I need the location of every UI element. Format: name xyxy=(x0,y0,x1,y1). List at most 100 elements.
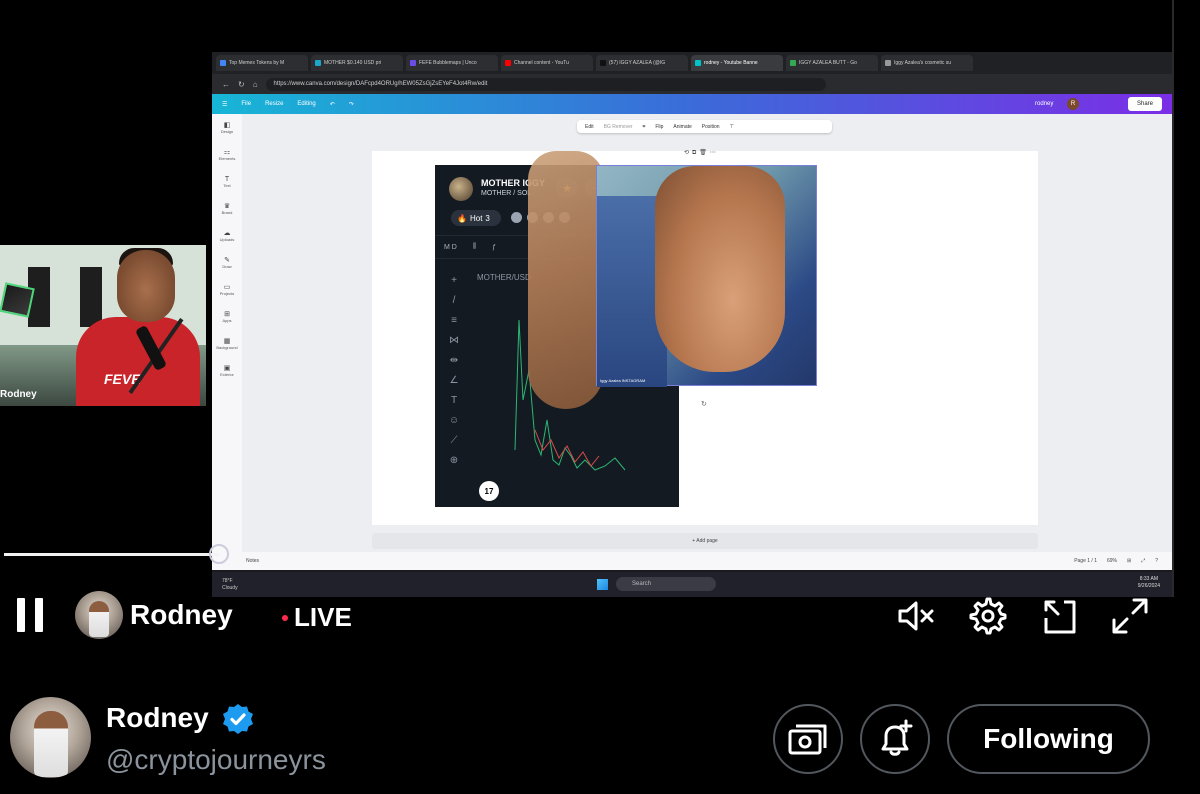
trendline-icon[interactable]: / xyxy=(453,295,456,306)
emoji-icon[interactable]: ☺ xyxy=(449,415,459,426)
timeframe-select[interactable]: M D xyxy=(444,244,457,251)
browser-tab[interactable]: IGGY AZALEA BUTT - Go xyxy=(786,55,878,71)
telegram-icon[interactable] xyxy=(511,212,522,223)
share-button[interactable]: Share xyxy=(1128,97,1162,111)
profile-name[interactable]: Rodney xyxy=(106,702,209,734)
streamer-avatar[interactable] xyxy=(75,591,123,639)
notes-button[interactable]: Notes xyxy=(246,558,259,564)
help-icon[interactable]: ? xyxy=(1155,558,1158,564)
streamer-face xyxy=(117,250,175,322)
weather-widget[interactable]: 78°F Cloudy xyxy=(222,578,238,592)
background-icon: ▦ xyxy=(223,338,231,345)
picture-in-picture-icon[interactable] xyxy=(1040,596,1080,636)
ruler-range-icon[interactable]: ⇹ xyxy=(450,355,458,366)
refresh-icon[interactable]: ↻ xyxy=(238,80,245,89)
edit-button[interactable]: Edit xyxy=(585,124,594,130)
verified-badge-icon xyxy=(223,704,253,734)
element-quick-tools[interactable]: ⟲⧉🗑⋯ xyxy=(684,149,719,157)
pause-icon[interactable] xyxy=(17,598,45,632)
measure-icon[interactable]: ⟋ xyxy=(451,435,458,446)
editing-menu[interactable]: Editing xyxy=(297,101,315,107)
sidebar-item-background[interactable]: ▦ Background xyxy=(212,330,242,357)
subscribe-money-button[interactable] xyxy=(773,704,843,774)
browser-tab[interactable]: Iggy Azalea's cosmetic su xyxy=(881,55,973,71)
brush-icon[interactable]: ∠ xyxy=(450,375,459,386)
sidebar-item-uploads[interactable]: ☁ Uploads xyxy=(212,222,242,249)
add-page-button[interactable]: + Add page xyxy=(372,533,1038,549)
exterior-icon: ▣ xyxy=(223,365,231,372)
user-avatar[interactable]: R xyxy=(1067,98,1079,110)
profile-handle[interactable]: @cryptojourneyrs xyxy=(106,744,326,776)
windows-start-icon[interactable] xyxy=(597,579,608,590)
system-tray-clock[interactable]: 8:33 AM 9/26/2024 xyxy=(1138,576,1160,590)
paint-roller-icon[interactable]: ⊤ xyxy=(730,124,734,130)
menu-icon[interactable]: ☰ xyxy=(222,101,227,108)
muted-speaker-icon[interactable] xyxy=(896,596,936,636)
fib-icon[interactable]: ≡ xyxy=(451,315,457,326)
photo-selected[interactable]: Iggy Azalea INSTAGRAM xyxy=(596,165,817,387)
profile-avatar[interactable] xyxy=(10,697,91,778)
indicators-icon[interactable]: ƒ xyxy=(492,244,496,251)
canva-user: rodney xyxy=(1035,101,1054,107)
crop-icon[interactable]: ⌗ xyxy=(643,124,646,130)
playback-progress[interactable] xyxy=(4,544,1200,564)
browser-tab[interactable]: (57) IGGY AZALEA (@IG xyxy=(596,55,688,71)
bell-plus-icon xyxy=(881,719,913,756)
rotate-handle-icon[interactable]: ↻ xyxy=(701,400,707,408)
back-icon[interactable]: ← xyxy=(222,80,230,89)
sidebar-item-brand[interactable]: ♛ Brand xyxy=(212,195,242,222)
address-bar: ← ↻ ⌂ https://www.canva.com/design/DAFcp… xyxy=(212,74,1172,94)
tab-favicon-icon xyxy=(220,60,226,66)
zoom-level[interactable]: 69% xyxy=(1107,558,1117,564)
candles-icon[interactable]: ⫼ xyxy=(473,243,476,251)
sidebar-item-text[interactable]: T Text xyxy=(212,168,242,195)
redo-icon[interactable]: ↷ xyxy=(349,101,354,108)
streamer-name[interactable]: Rodney xyxy=(130,599,233,631)
led-cube xyxy=(0,282,35,318)
fullscreen-icon[interactable]: ⤢ xyxy=(1141,558,1145,564)
tab-favicon-icon xyxy=(695,60,701,66)
zoom-icon[interactable]: ⊕ xyxy=(450,455,458,466)
text-tool-icon[interactable]: T xyxy=(451,395,457,406)
grid-view-icon[interactable]: ⊞ xyxy=(1127,558,1131,564)
pattern-icon[interactable]: ⋈ xyxy=(449,335,459,346)
acoustic-panel xyxy=(80,267,102,327)
sidebar-item-elements[interactable]: ⚏ Elements xyxy=(212,141,242,168)
browser-tab-active[interactable]: rodney - Youtube Banne xyxy=(691,55,783,71)
url-field[interactable]: https://www.canva.com/design/DAFcpd4ORUg… xyxy=(265,77,826,91)
bg-remover-button[interactable]: BG Remover xyxy=(604,124,633,130)
tradingview-logo: 17 xyxy=(479,481,499,501)
fullscreen-expand-icon[interactable] xyxy=(1110,596,1150,636)
windows-taskbar: 78°F Cloudy Search 8:33 AM 9/26/2024 xyxy=(212,572,1172,597)
browser-tab[interactable]: Channel content - YouTu xyxy=(501,55,593,71)
gear-icon[interactable] xyxy=(968,596,1008,636)
brand-icon: ♛ xyxy=(223,203,231,210)
position-button[interactable]: Position xyxy=(702,124,720,130)
animate-button[interactable]: Animate xyxy=(673,124,691,130)
home-icon[interactable]: ⌂ xyxy=(253,80,258,89)
live-indicator: LIVE xyxy=(282,602,352,633)
browser-tab[interactable]: FEFE Bubblemaps | Unco xyxy=(406,55,498,71)
token-logo xyxy=(449,177,473,201)
browser-tab[interactable]: MOTHER $0.140 USD pri xyxy=(311,55,403,71)
flip-button[interactable]: Flip xyxy=(655,124,663,130)
text-icon: T xyxy=(224,175,230,183)
sidebar-item-apps[interactable]: ⊞ Apps xyxy=(212,303,242,330)
crosshair-icon[interactable]: + xyxy=(451,275,457,286)
taskbar-search[interactable]: Search xyxy=(616,577,716,591)
following-button[interactable]: Following xyxy=(947,704,1150,774)
draw-icon: ✎ xyxy=(224,257,230,264)
sidebar-item-design[interactable]: ◧ Design xyxy=(212,114,242,141)
browser-tab[interactable]: Top Memes Tokens by M xyxy=(216,55,308,71)
sidebar-item-draw[interactable]: ✎ Draw xyxy=(212,249,242,276)
undo-icon[interactable]: ↶ xyxy=(330,101,335,108)
design-icon: ◧ xyxy=(223,122,231,129)
file-menu[interactable]: File xyxy=(241,101,251,107)
sidebar-item-projects[interactable]: ▭ Projects xyxy=(212,276,242,303)
page-indicator: Page 1 / 1 xyxy=(1074,558,1097,564)
photo-cutout-left[interactable] xyxy=(528,151,604,409)
token-pair: MOTHER / SOL xyxy=(481,190,532,197)
notification-bell-button[interactable] xyxy=(860,704,930,774)
sidebar-item-exterior[interactable]: ▣ Exterior xyxy=(212,357,242,384)
resize-menu[interactable]: Resize xyxy=(265,101,283,107)
